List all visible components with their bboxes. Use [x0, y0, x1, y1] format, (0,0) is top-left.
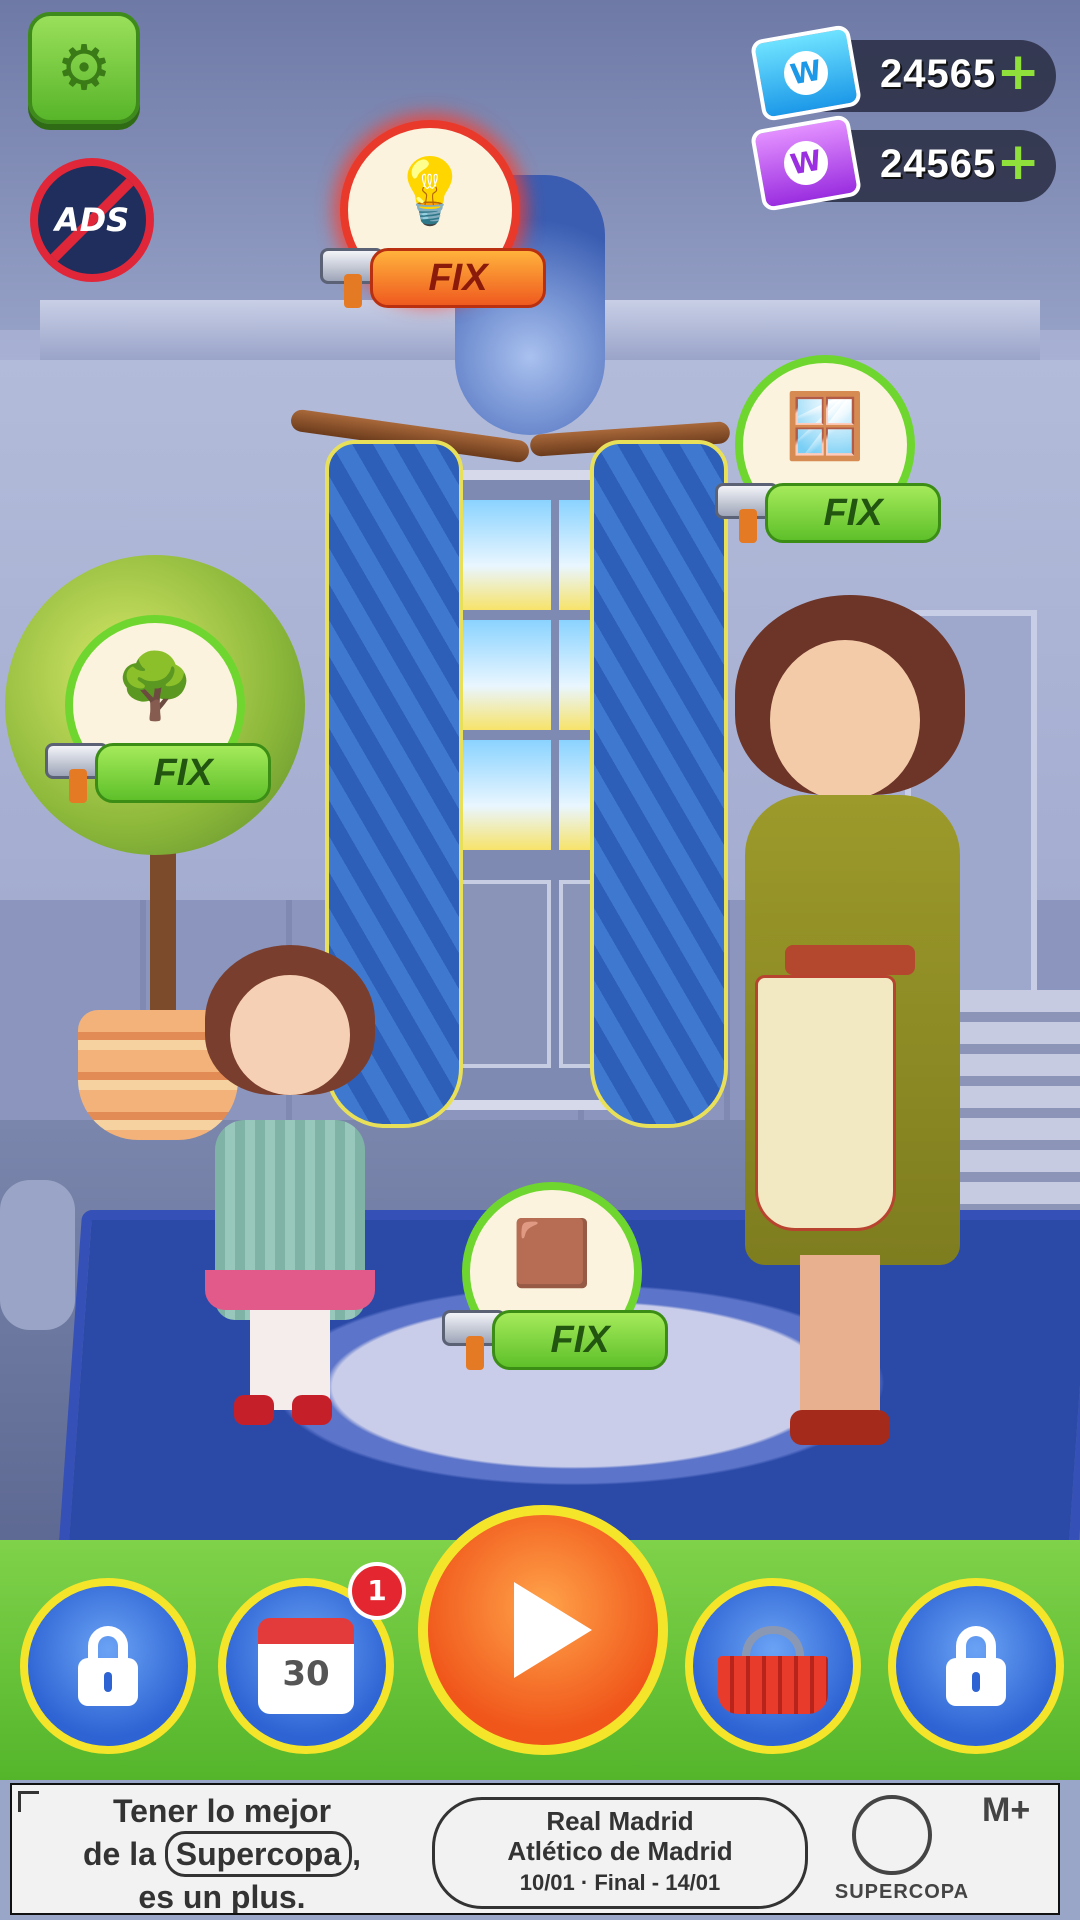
ad-supercopa-pill: Supercopa — [164, 1831, 353, 1877]
mother-belt — [785, 945, 915, 975]
settings-button[interactable]: ⚙ — [28, 12, 140, 124]
ad-match-info: Real Madrid Atlético de Madrid 10/01 · F… — [432, 1797, 808, 1909]
fix-curtains-button[interactable]: 🪟 FIX — [715, 355, 941, 543]
basket-icon — [718, 1626, 828, 1714]
ad-team-1: Real Madrid — [546, 1806, 694, 1836]
ad-slogan: Tener lo mejor de la Supercopa, es un pl… — [42, 1791, 402, 1915]
ad-line-2-suffix: , — [352, 1836, 362, 1872]
locked-feature-button-left[interactable] — [20, 1578, 196, 1754]
lock-icon — [946, 1626, 1006, 1706]
supercopa-logo-icon — [852, 1795, 932, 1875]
fix-label: FIX — [95, 743, 271, 803]
tree-icon: 🌳 — [115, 650, 195, 724]
mother-face — [770, 640, 920, 800]
calendar-icon: 30 — [258, 1618, 354, 1714]
play-icon — [514, 1582, 592, 1678]
rug-icon: 🟫 — [512, 1217, 592, 1291]
ad-line-2: de la Supercopa, — [42, 1831, 402, 1877]
ticket-letter: W — [780, 137, 832, 189]
add-blue-ticket-button[interactable]: + — [996, 46, 1040, 98]
ad-line-1: Tener lo mejor — [112, 1793, 332, 1829]
blue-ticket-icon: W — [749, 23, 863, 123]
lock-icon — [78, 1626, 138, 1706]
ad-banner[interactable]: Tener lo mejor de la Supercopa, es un pl… — [10, 1783, 1060, 1915]
shop-button[interactable] — [685, 1578, 861, 1754]
ad-brand: SUPERCOPA — [834, 1881, 970, 1903]
ad-line-2-prefix: de la — [82, 1836, 156, 1872]
ad-partner-logo: M+ — [982, 1791, 1031, 1829]
purple-ticket-counter: W 24565 + — [749, 113, 1056, 213]
remove-ads-button[interactable]: ADS — [30, 158, 154, 282]
girl-shoe — [234, 1395, 274, 1425]
add-purple-ticket-button[interactable]: + — [996, 136, 1040, 188]
notification-badge: 1 — [348, 1562, 406, 1620]
plant-pot — [0, 1180, 75, 1330]
ad-line-3: es un plus. — [138, 1879, 306, 1915]
calendar-number: 30 — [282, 1654, 330, 1694]
ads-label: ADS — [54, 201, 130, 239]
play-button[interactable] — [418, 1505, 668, 1755]
fix-rug-button[interactable]: 🟫 FIX — [442, 1182, 668, 1370]
curtain-right[interactable] — [590, 440, 728, 1128]
ad-match-dates: 10/01 · Final - 14/01 — [519, 1870, 721, 1895]
purple-ticket-icon: W — [749, 113, 863, 213]
ad-team-2: Atlético de Madrid — [507, 1836, 733, 1866]
mother-apron — [755, 975, 896, 1231]
locked-feature-button-right[interactable] — [888, 1578, 1064, 1754]
girl-skirt — [205, 1270, 375, 1310]
fix-label: FIX — [492, 1310, 668, 1370]
blue-ticket-counter: W 24565 + — [749, 23, 1056, 123]
blue-ticket-value: 24565 — [880, 52, 997, 96]
mother-legs — [800, 1255, 880, 1425]
ad-corner-mark — [18, 1791, 39, 1812]
ticket-letter: W — [780, 47, 832, 99]
purple-ticket-value: 24565 — [880, 142, 997, 186]
fix-tree-button[interactable]: 🌳 FIX — [45, 615, 271, 803]
girl-shoe — [292, 1395, 332, 1425]
mother-shoe — [790, 1410, 890, 1445]
fix-label: FIX — [765, 483, 941, 543]
ceiling-lamp-icon: 💡 — [390, 155, 470, 229]
girl-face — [230, 975, 350, 1095]
curtains-icon: 🪟 — [785, 390, 865, 464]
fix-label: FIX — [370, 248, 546, 308]
gear-icon: ⚙ — [56, 31, 112, 104]
fix-lamp-button[interactable]: 💡 FIX — [320, 120, 546, 308]
